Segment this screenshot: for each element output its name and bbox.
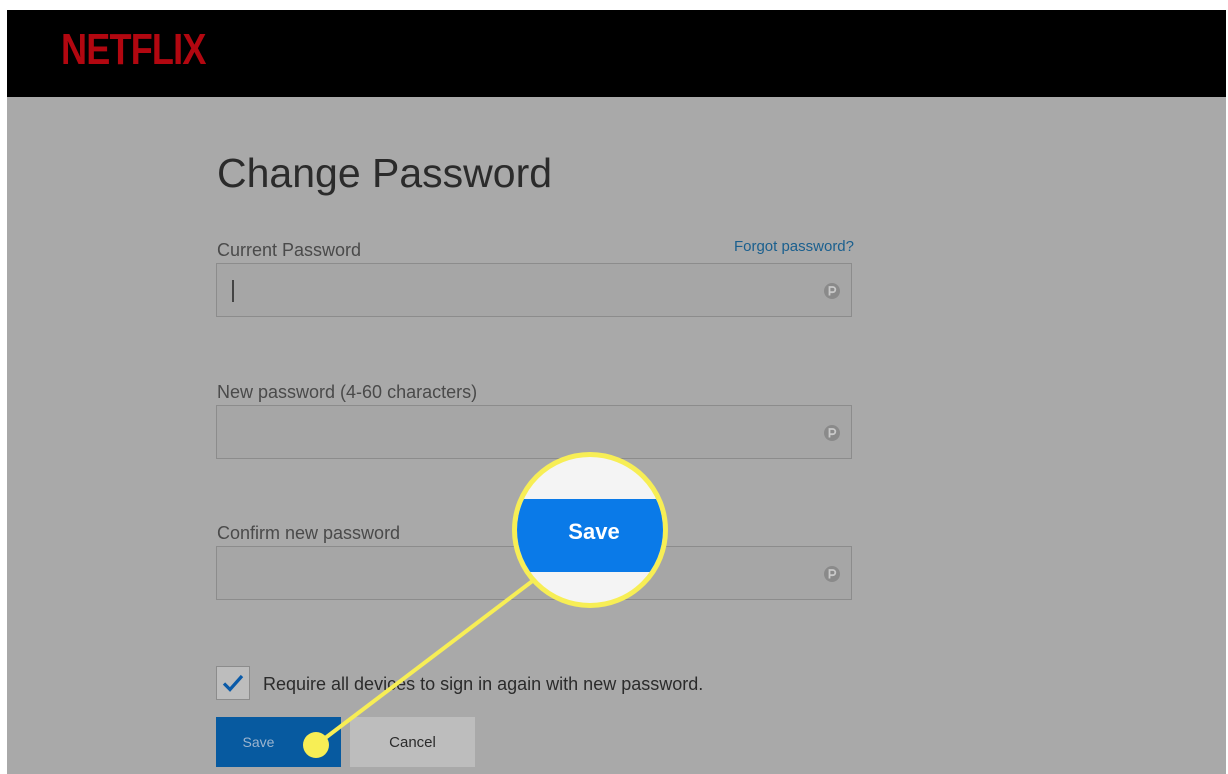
password-manager-icon[interactable]	[823, 424, 841, 442]
current-password-label: Current Password	[217, 240, 362, 260]
forgot-password-link[interactable]: Forgot password?	[734, 238, 854, 255]
confirm-password-label: Confirm new password	[217, 523, 401, 543]
new-password-input[interactable]	[216, 405, 852, 459]
cancel-button[interactable]: Cancel	[350, 717, 475, 767]
checkmark-icon	[222, 674, 244, 692]
new-password-label: New password (4-60 characters)	[217, 382, 478, 402]
page-title: Change Password	[217, 150, 553, 196]
zoomed-save-label: Save	[568, 519, 620, 544]
site-header: NETFLIX	[7, 10, 1226, 97]
current-password-input[interactable]	[216, 263, 852, 317]
require-signin-label: Require all devices to sign in again wit…	[263, 674, 704, 694]
browser-viewport: NETFLIX Change Password Current Password…	[7, 10, 1226, 774]
text-cursor	[232, 280, 234, 302]
netflix-logo[interactable]: NETFLIX	[61, 24, 206, 76]
password-manager-icon[interactable]	[823, 565, 841, 583]
save-button-zoom-callout: Save	[512, 452, 668, 608]
callout-pointer-line	[314, 568, 549, 747]
password-manager-icon[interactable]	[823, 282, 841, 300]
callout-dot	[303, 732, 329, 758]
require-signin-checkbox[interactable]	[216, 666, 250, 700]
